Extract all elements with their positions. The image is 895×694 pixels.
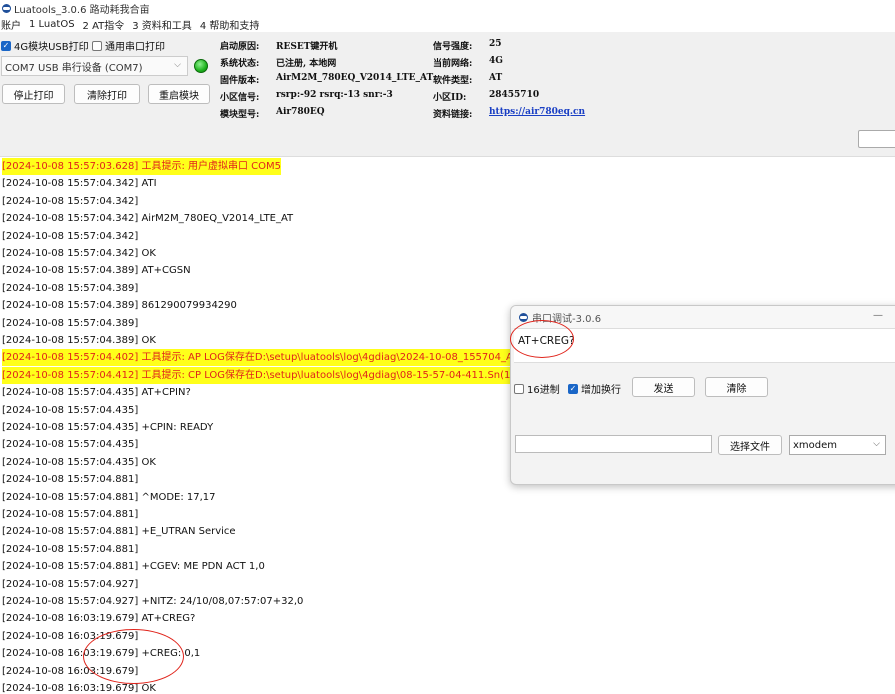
menu-account[interactable]: 账户 bbox=[1, 17, 21, 32]
menu-help-support[interactable]: 4 帮助和支持 bbox=[200, 17, 260, 32]
resource-link[interactable]: https://air780eq.cn bbox=[489, 107, 585, 120]
menu-at-commands[interactable]: 2 AT指令 bbox=[83, 17, 125, 32]
add-newline-checkbox[interactable]: ✓ 增加换行 bbox=[568, 381, 621, 396]
protocol-select[interactable]: xmodem ⌵ bbox=[789, 435, 886, 455]
log-line-tool-hint: [2024-10-08 15:57:04.402] 工具提示: AP LOG保存… bbox=[2, 349, 593, 366]
log-line: [2024-10-08 15:57:04.435] bbox=[2, 402, 138, 419]
log-line: [2024-10-08 15:57:04.881] ^MODE: 17,17 bbox=[2, 489, 216, 506]
menu-resources-tools[interactable]: 3 资料和工具 bbox=[132, 17, 192, 32]
log-line: [2024-10-08 15:57:04.342] bbox=[2, 193, 138, 210]
file-path-input[interactable] bbox=[515, 435, 712, 453]
info-module-model: 模块型号:Air780EQ bbox=[220, 107, 325, 120]
info-boot-reason: 启动原因:RESET键开机 bbox=[220, 39, 337, 52]
app-logo-icon bbox=[519, 313, 528, 322]
checkbox-unchecked-icon bbox=[92, 41, 102, 51]
hex-checkbox[interactable]: 16进制 bbox=[514, 381, 560, 396]
log-line: [2024-10-08 15:57:04.881] bbox=[2, 506, 138, 523]
log-line: [2024-10-08 15:57:04.435] bbox=[2, 436, 138, 453]
info-resource-link: 资料链接:https://air780eq.cn bbox=[433, 107, 585, 120]
log-line: [2024-10-08 16:03:19.679] OK bbox=[2, 680, 156, 694]
log-line-tool-hint: [2024-10-08 15:57:03.628] 工具提示: 用户虚拟串口 C… bbox=[2, 158, 281, 175]
info-system-status: 系统状态:已注册, 本地网 bbox=[220, 56, 336, 69]
serial-print-checkbox[interactable]: 通用串口打印 bbox=[92, 38, 165, 53]
log-line: [2024-10-08 15:57:04.435] +CPIN: READY bbox=[2, 419, 213, 436]
info-cell-id: 小区ID:28455710 bbox=[433, 90, 539, 103]
log-line: [2024-10-08 15:57:04.927] +NITZ: 24/10/0… bbox=[2, 593, 303, 610]
connection-status-indicator bbox=[194, 59, 208, 73]
info-cell-signal: 小区信号:rsrp:-92 rsrq:-13 snr:-3 bbox=[220, 90, 393, 103]
info-software-type: 软件类型:AT bbox=[433, 73, 502, 86]
log-line: [2024-10-08 16:03:19.679] +CREG: 0,1 bbox=[2, 645, 200, 662]
window-title: Luatools_3.0.6 路动耗我合亩 bbox=[14, 1, 150, 16]
send-button[interactable]: 发送 bbox=[632, 377, 695, 397]
log-line: [2024-10-08 15:57:04.389] AT+CGSN bbox=[2, 262, 191, 279]
log-line: [2024-10-08 15:57:04.389] bbox=[2, 280, 138, 297]
log-line: [2024-10-08 16:03:19.679] AT+CREG? bbox=[2, 610, 195, 627]
log-line: [2024-10-08 15:57:04.881] bbox=[2, 541, 138, 558]
log-line: [2024-10-08 15:57:04.389] bbox=[2, 315, 138, 332]
log-line: [2024-10-08 15:57:04.927] bbox=[2, 576, 138, 593]
checkbox-unchecked-icon bbox=[514, 384, 524, 394]
minimize-button[interactable]: — bbox=[873, 310, 883, 321]
menu-luatos[interactable]: 1 LuatOS bbox=[29, 19, 75, 30]
checkbox-checked-icon: ✓ bbox=[1, 41, 11, 51]
log-line: [2024-10-08 15:57:04.389] OK bbox=[2, 332, 156, 349]
dialog-title: 串口调试-3.0.6 bbox=[532, 310, 601, 325]
usb-print-checkbox[interactable]: ✓ 4G模块USB打印 bbox=[1, 38, 89, 53]
clear-send-button[interactable]: 清除 bbox=[705, 377, 768, 397]
log-line-tool-hint: [2024-10-08 15:57:04.412] 工具提示: CP LOG保存… bbox=[2, 367, 587, 384]
log-line: [2024-10-08 15:57:04.435] OK bbox=[2, 454, 156, 471]
title-bar: Luatools_3.0.6 路动耗我合亩 bbox=[0, 0, 895, 16]
menu-bar: 账户 1 LuatOS 2 AT指令 3 资料和工具 4 帮助和支持 bbox=[0, 16, 895, 32]
log-line: [2024-10-08 15:57:04.389] 86129007993429… bbox=[2, 297, 237, 314]
choose-file-button[interactable]: 选择文件 bbox=[718, 435, 782, 455]
app-logo-icon bbox=[2, 4, 11, 13]
log-line: [2024-10-08 15:57:04.342] AirM2M_780EQ_V… bbox=[2, 210, 293, 227]
info-signal-strength: 信号强度:25 bbox=[433, 39, 502, 52]
checkbox-checked-icon: ✓ bbox=[568, 384, 578, 394]
restart-module-button[interactable]: 重启模块 bbox=[148, 84, 210, 104]
dialog-title-bar[interactable]: 串口调试-3.0.6 — bbox=[511, 306, 895, 328]
log-line: [2024-10-08 15:57:04.881] +E_UTRAN Servi… bbox=[2, 523, 236, 540]
chevron-down-icon: ⌵ bbox=[873, 439, 880, 449]
log-line: [2024-10-08 15:57:04.881] +CGEV: ME PDN … bbox=[2, 558, 265, 575]
control-panel: ✓ 4G模块USB打印 通用串口打印 COM7 USB 串行设备 (COM7) … bbox=[0, 32, 895, 157]
send-textarea[interactable]: AT+CREG? bbox=[514, 328, 895, 363]
info-firmware-version: 固件版本:AirM2M_780EQ_V2014_LTE_AT bbox=[220, 73, 433, 86]
serial-debug-dialog: 串口调试-3.0.6 — AT+CREG? 16进制 ✓ 增加换行 发送 清除 … bbox=[510, 305, 895, 485]
port-select[interactable]: COM7 USB 串行设备 (COM7) ⌵ bbox=[1, 56, 188, 76]
log-line: [2024-10-08 15:57:04.342] bbox=[2, 228, 138, 245]
info-current-network: 当前网络:4G bbox=[433, 56, 503, 69]
chevron-down-icon: ⌵ bbox=[174, 60, 181, 70]
log-line: [2024-10-08 16:03:19.679] bbox=[2, 628, 138, 645]
filter-input[interactable] bbox=[858, 130, 895, 148]
log-line: [2024-10-08 15:57:04.881] bbox=[2, 471, 138, 488]
log-line: [2024-10-08 15:57:04.342] OK bbox=[2, 245, 156, 262]
log-line: [2024-10-08 16:03:19.679] bbox=[2, 663, 138, 680]
log-line: [2024-10-08 15:57:04.435] AT+CPIN? bbox=[2, 384, 191, 401]
clear-print-button[interactable]: 清除打印 bbox=[74, 84, 140, 104]
stop-print-button[interactable]: 停止打印 bbox=[2, 84, 65, 104]
log-line: [2024-10-08 15:57:04.342] ATI bbox=[2, 175, 157, 192]
